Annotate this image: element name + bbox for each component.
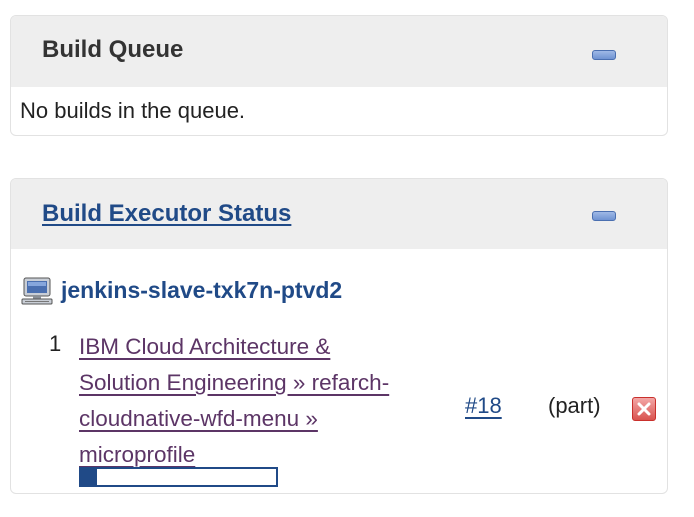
- job-link-line: microprofile: [79, 442, 196, 467]
- build-progress-bar[interactable]: [79, 467, 278, 487]
- job-link[interactable]: IBM Cloud Architecture & Solution Engine…: [79, 329, 449, 473]
- queue-empty-message: No builds in the queue.: [20, 98, 246, 123]
- job-link-line: cloudnative-wfd-menu »: [79, 406, 318, 431]
- build-executor-status-title-link[interactable]: Build Executor Status: [42, 200, 291, 228]
- build-executor-status-pane: Build Executor Status jenkins-slave-txk7…: [10, 178, 668, 494]
- job-link-line: IBM Cloud Architecture &: [79, 334, 331, 359]
- computer-icon: [21, 277, 53, 305]
- build-queue-pane: Build Queue No builds in the queue.: [10, 15, 668, 136]
- collapse-build-queue-button[interactable]: [592, 50, 616, 60]
- build-part-note: (part): [548, 393, 601, 418]
- build-queue-title: Build Queue: [42, 36, 184, 63]
- executor-number: 1: [49, 331, 62, 356]
- build-executor-status-header: Build Executor Status: [11, 179, 667, 249]
- build-progress-fill: [81, 469, 97, 485]
- stop-icon: [637, 402, 651, 416]
- node-link[interactable]: jenkins-slave-txk7n-ptvd2: [61, 277, 342, 304]
- job-link-line: Solution Engineering » refarch-: [79, 370, 390, 395]
- collapse-executor-status-button[interactable]: [592, 211, 616, 221]
- stop-build-button[interactable]: [632, 397, 656, 421]
- build-number-link[interactable]: #18: [465, 393, 502, 419]
- build-queue-header: Build Queue: [11, 16, 667, 87]
